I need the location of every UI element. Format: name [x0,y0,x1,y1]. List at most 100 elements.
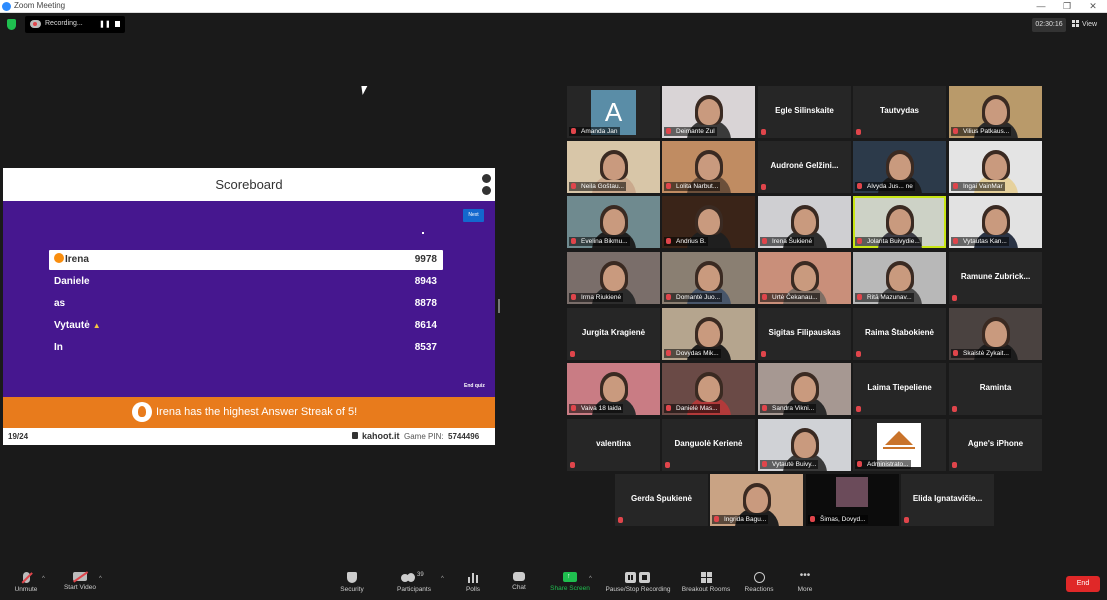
participant-label: Ritā Mazunav... [855,293,914,302]
participant-tile[interactable]: Danielė Mas... [662,363,755,415]
participant-name: Irena Šukienė [772,238,813,245]
reactions-smiley-icon [753,572,765,583]
end-meeting-button[interactable]: End [1066,576,1100,592]
participant-tile[interactable]: Andrius B. [662,196,755,248]
kahoot-site: kahoot.it [362,431,400,441]
participant-tile[interactable]: Vilius Patkaus... [949,86,1042,138]
participant-name: Sandra Vikni... [772,405,815,412]
participant-tile[interactable]: Urtė Čekanau... [758,252,851,304]
participant-tile[interactable]: Domantė Juo... [662,252,755,304]
participant-tile[interactable]: Deimante Zul [662,86,755,138]
participant-tile[interactable]: Vaiva 18 laida [567,363,660,415]
participant-tile[interactable]: Irena Šukienė [758,196,851,248]
expand-icon[interactable] [482,186,491,195]
more-label: More [797,586,813,593]
participant-tile[interactable]: Ritā Mazunav... [853,252,946,304]
party-popper-icon: ▲ [92,321,101,330]
reactions-label: Reactions [744,586,774,593]
pause-recording-button[interactable]: ❚❚ [99,20,111,28]
participant-tile[interactable]: Sandra Vikni... [758,363,851,415]
collapse-icon[interactable] [482,174,491,183]
muted-mic-icon [953,238,958,244]
audio-options-caret-icon[interactable]: ^ [42,576,45,582]
participants-button[interactable]: 39 Participants [392,572,436,600]
end-quiz-button[interactable]: End quiz [464,383,485,389]
participant-tile[interactable]: Jolanta Buivydie... [853,196,946,248]
participant-tile[interactable]: Ingrida Bagu... [710,474,803,526]
participant-video-face [794,265,816,291]
participant-tile[interactable]: Laima Tiepeliene [853,363,946,415]
restore-button[interactable]: ❐ [1053,0,1081,13]
start-video-button[interactable]: Start Video [60,571,100,600]
game-pin-label: Game PIN: [404,432,444,441]
chat-button[interactable]: Chat [507,572,531,600]
participant-tile[interactable]: Sigitas Filipauskas [758,308,851,360]
participant-tile[interactable]: Šimas, Dovyd... [806,474,899,526]
participant-tile[interactable]: A Amanda Jan [567,86,660,138]
scoreboard-header: Scoreboard [3,168,495,201]
participant-tile[interactable]: Egle Silinskaite [758,86,851,138]
participant-label: Danielė Mas... [664,404,720,413]
participant-name: Evelina Bikmu... [581,238,628,245]
video-options-caret-icon[interactable]: ^ [99,576,102,582]
stop-recording-button[interactable] [115,21,120,27]
streak-message: Irena has the highest Answer Streak of 5… [156,406,358,418]
participant-tile[interactable]: Dovydas Mik... [662,308,755,360]
minimize-button[interactable]: — [1027,0,1055,13]
participant-tile[interactable]: Raminta [949,363,1042,415]
kahoot-footer: 19/24 kahoot.it Game PIN: 5744496 [3,428,495,445]
pause-stop-recording-button[interactable]: Pause/Stop Recording [602,572,674,600]
participant-name: Ritā Mazunav... [867,294,912,301]
close-button[interactable]: ✕ [1079,0,1107,13]
participant-tile[interactable]: Administrato... [853,419,946,471]
participants-caret-icon[interactable]: ^ [441,576,444,582]
muted-mic-icon [856,351,861,357]
share-screen-icon: ↑ [563,572,577,582]
participant-tile[interactable]: Lolita Narbut... [662,141,755,193]
reactions-button[interactable]: Reactions [742,572,776,600]
unmute-button[interactable]: Unmute [10,572,42,600]
streak-flame-icon [54,253,64,263]
participant-tile[interactable]: Tautvydas [853,86,946,138]
more-button[interactable]: ••• More [793,571,817,600]
participants-label: Participants [397,586,431,593]
share-options-caret-icon[interactable]: ^ [589,576,592,582]
split-divider-handle[interactable] [498,299,500,313]
polls-button[interactable]: Polls [461,572,485,600]
participant-video-face [985,209,1007,235]
muted-mic-icon [953,350,958,356]
participant-name: Sigitas Filipauskas [768,328,841,337]
participant-tile[interactable]: Vytautas Kan... [949,196,1042,248]
muted-mic-icon [856,406,861,412]
participant-tile[interactable]: Evelina Bikmu... [567,196,660,248]
participant-tile[interactable]: Danguolė Kerienė [662,419,755,471]
security-button[interactable]: Security [336,572,368,600]
participant-tile[interactable]: Neila Goštau... [567,141,660,193]
participant-tile[interactable]: Elida Ignatavičie... [901,474,994,526]
player-name: In [54,342,63,353]
participant-tile[interactable]: Raima Štabokienė [853,308,946,360]
participant-tile[interactable]: Gerda Špukienė [615,474,708,526]
encryption-shield-icon[interactable] [7,19,16,30]
participant-tile[interactable]: Alvyda Jus... ne [853,141,946,193]
scoreboard-panel: Next Irena 9978 Daniele 8943 as 8878 Vyt… [3,201,495,397]
participant-tile[interactable]: Vytautė Buivy... [758,419,851,471]
view-button[interactable]: View [1072,18,1102,32]
participant-tile[interactable]: Skaistė Zykait... [949,308,1042,360]
participant-tile[interactable]: Irma Riukienė [567,252,660,304]
video-off-icon [73,571,88,583]
chat-label: Chat [512,584,526,591]
next-button[interactable]: Next [463,209,484,222]
participant-tile[interactable]: valentina [567,419,660,471]
muted-mic-icon [857,238,862,244]
participant-tile[interactable]: Audronė Gelžini... [758,141,851,193]
breakout-rooms-button[interactable]: Breakout Rooms [680,572,732,600]
flame-icon [132,402,152,422]
participant-tile[interactable]: Ingai VainMar [949,141,1042,193]
participant-tile[interactable]: Agne's iPhone [949,419,1042,471]
participant-tile[interactable]: Jurgita Kragienė [567,308,660,360]
player-score: 8614 [414,320,437,331]
share-screen-button[interactable]: ↑ Share Screen [548,572,592,600]
participant-tile[interactable]: Ramune Zubrick... [949,252,1042,304]
participant-name: Vilius Patkaus... [963,128,1010,135]
